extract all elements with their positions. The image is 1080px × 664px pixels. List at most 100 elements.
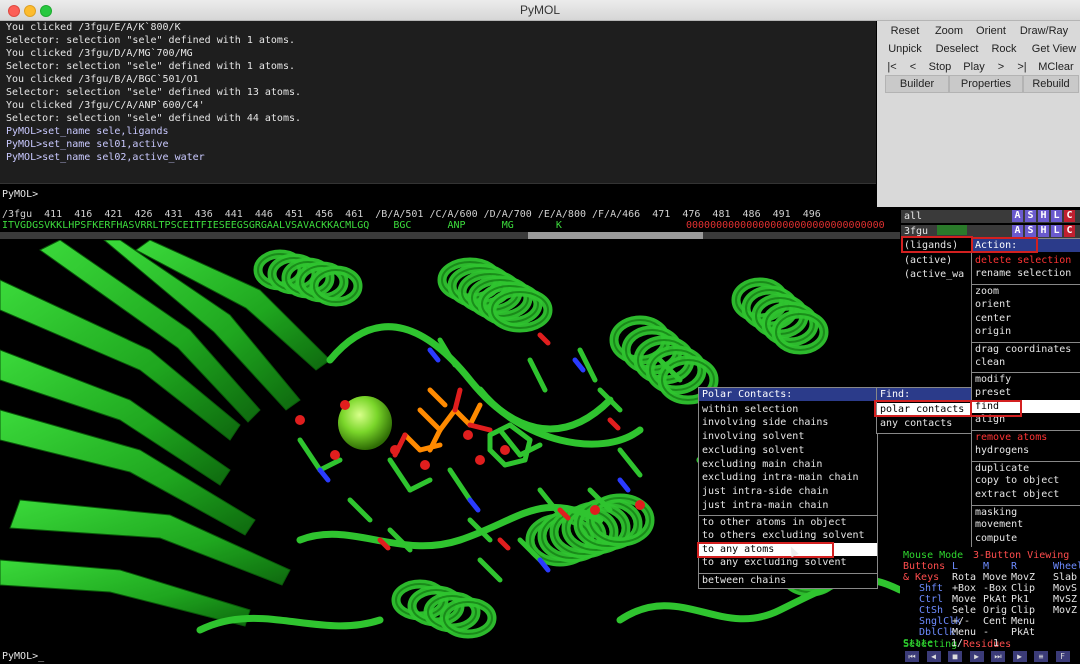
menu-item-compute[interactable]: compute [972,532,1080,545]
control-button-stop[interactable]: Stop [925,59,955,75]
log-line: You clicked /3fgu/C/A/ANP`600/C4' [6,100,205,111]
menu-item-copy-to-object[interactable]: copy to object [972,474,1080,487]
control-button-reset[interactable]: Reset [883,23,927,39]
mouse-binding-sngl-3: Menu [1011,616,1036,627]
menu-item-modify[interactable]: modify [972,372,1080,385]
menu-item-just-intra-main-chain[interactable]: just intra-main chain [699,499,877,512]
control-button-builder[interactable]: Builder [885,75,949,93]
menu-item-to-other-atoms-in-object[interactable]: to other atoms in object [699,515,877,528]
menu-item-center[interactable]: center [972,312,1080,325]
sequence-water-residues[interactable]: 000000000000000000000000000000000 [686,220,885,232]
rewind-icon[interactable]: ⏮ [905,651,919,662]
sequence-scrollbar[interactable] [0,232,900,239]
ashl-button-a[interactable]: A [1012,224,1023,237]
mouse-binding-ctrl-4: MvSZ [1053,594,1078,605]
menu-item-excluding-solvent[interactable]: excluding solvent [699,444,877,457]
control-button-unpick[interactable]: Unpick [883,41,927,57]
mouse-binding-sngl-2: Cent [983,616,1008,627]
step-back-icon[interactable]: ◀ [926,651,941,662]
control-button-mclear[interactable]: MClear [1035,59,1077,75]
sequence-residues[interactable]: ITVGDGSVKKLHPSFKERFHASVRRLTPSCEITFIESEEG… [2,220,562,232]
control-panel: Reset Zoom Orient Draw/Ray Unpick Deselect Roc… [877,21,1080,207]
menu-item-to-any-excluding-solvent[interactable]: to any excluding solvent [699,556,877,569]
mouse-binding-dbl-3: PkAt [1011,627,1036,638]
menu-item-involving-solvent[interactable]: involving solvent [699,430,877,443]
object-name[interactable]: 3fgu [904,225,928,238]
ashl-button-c[interactable]: C [1064,224,1075,237]
control-button-rock[interactable]: Rock [987,41,1021,57]
mouse-mode-panel[interactable]: Mouse Mode 3-Button Viewing Buttons L M R Whee… [901,547,1080,650]
control-button-properties[interactable]: Properties [949,75,1023,93]
menu-item-duplicate[interactable]: duplicate [972,460,1080,474]
object-name[interactable]: all [904,210,922,223]
bottom-command-line[interactable]: PyMOL>_ [0,650,900,664]
menu-item-align[interactable]: align [972,413,1080,426]
menu-item-involving-side-chains[interactable]: involving side chains [699,416,877,429]
control-button--[interactable]: < [905,59,921,75]
ashl-button-s[interactable]: S [1025,210,1036,222]
find-menu: Find: polar contacts any contacts [876,387,973,434]
control-button--[interactable]: |< [883,59,901,75]
stop-icon[interactable]: ■ [948,651,962,662]
object-name[interactable]: (active) [904,254,952,267]
control-button--[interactable]: > [993,59,1009,75]
menu-item-zoom[interactable]: zoom [972,284,1080,297]
control-button-zoom[interactable]: Zoom [929,23,969,39]
ashl-button-l[interactable]: L [1051,224,1062,237]
sequence-scroll-thumb[interactable] [528,232,703,239]
control-button--[interactable]: >| [1013,59,1031,75]
mouse-mode-value[interactable]: 3-Button Viewing [973,550,1069,561]
log-line: PyMOL>set_name sel02,active_water [6,152,205,163]
menu-item-clean[interactable]: clean [972,356,1080,369]
control-button-draw-ray[interactable]: Draw/Ray [1013,23,1075,39]
menu-item-drag-coordinates[interactable]: drag coordinates [972,341,1080,355]
mouse-binding-ctsh-4: MovZ [1053,605,1078,616]
control-button-rebuild[interactable]: Rebuild [1023,75,1079,93]
object-name[interactable]: (active_wa [904,268,964,281]
settings-icon[interactable]: ≡ [1034,651,1048,662]
menu-item-excluding-main-chain[interactable]: excluding main chain [699,458,877,471]
fullscreen-icon[interactable]: F [1055,651,1070,662]
menu-item-hydrogens[interactable]: hydrogens [972,444,1080,457]
object-row-1[interactable]: 3fgu A S H L C [901,224,1080,238]
fast-forward-icon[interactable]: ⏭ [991,651,1005,662]
log-line: Selector: selection "sele" defined with … [6,61,295,72]
menu-item-within-selection[interactable]: within selection [699,403,877,416]
control-button-orient[interactable]: Orient [971,23,1011,39]
menu-item-movement[interactable]: movement [972,518,1080,531]
menu-item-between-chains[interactable]: between chains [699,573,877,586]
control-button-deselect[interactable]: Deselect [929,41,985,57]
menu-item-preset[interactable]: preset [972,386,1080,399]
ashl-button-h[interactable]: H [1038,210,1049,222]
ashl-button-h[interactable]: H [1038,224,1049,237]
ashl-button-c[interactable]: C [1064,210,1075,222]
menu-item-rename-selection[interactable]: rename selection [972,267,1080,280]
menu-item-orient[interactable]: orient [972,298,1080,311]
menu-item-polar-contacts[interactable]: polar contacts [877,403,972,416]
ashl-button-l[interactable]: L [1051,210,1062,222]
menu-item-find[interactable]: find [972,399,1080,413]
menu-item-remove-atoms[interactable]: remove atoms [972,430,1080,443]
control-row: Reset Zoom Orient Draw/Ray [883,23,1076,39]
menu-item-masking[interactable]: masking [972,504,1080,518]
menu-item-origin[interactable]: origin [972,325,1080,338]
menu-item-delete-selection[interactable]: delete selection [972,254,1080,267]
control-button-get-view[interactable]: Get View [1023,41,1080,57]
play-icon[interactable]: ▶ [969,651,984,662]
menu-item-just-intra-side-chain[interactable]: just intra-side chain [699,485,877,498]
mouse-binding-ctsh-1: Sele [952,605,977,616]
object-row-0[interactable]: all A S H L C [901,210,1080,223]
menu-item-excluding-intra-main-chain[interactable]: excluding intra-main chain [699,471,877,484]
menu-item-to-others-excluding-solvent[interactable]: to others excluding solvent [699,529,877,542]
menu-item-extract-object[interactable]: extract object [972,488,1080,501]
control-button-play[interactable]: Play [959,59,989,75]
command-line[interactable]: PyMOL> [0,183,876,208]
object-name[interactable]: (ligands) [904,239,958,252]
sequence-viewer[interactable]: /3fgu 411 416 421 426 431 436 441 446 45… [0,208,900,240]
mouse-binding-shft-3: Clip [1011,583,1036,594]
ashl-button-a[interactable]: A [1012,210,1023,222]
ashl-button-s[interactable]: S [1025,224,1036,237]
step-forward-icon[interactable]: ▶ [1012,651,1027,662]
mouse-binding-ctsh-3: Clip [1011,605,1036,616]
menu-item-any-contacts[interactable]: any contacts [877,417,972,430]
